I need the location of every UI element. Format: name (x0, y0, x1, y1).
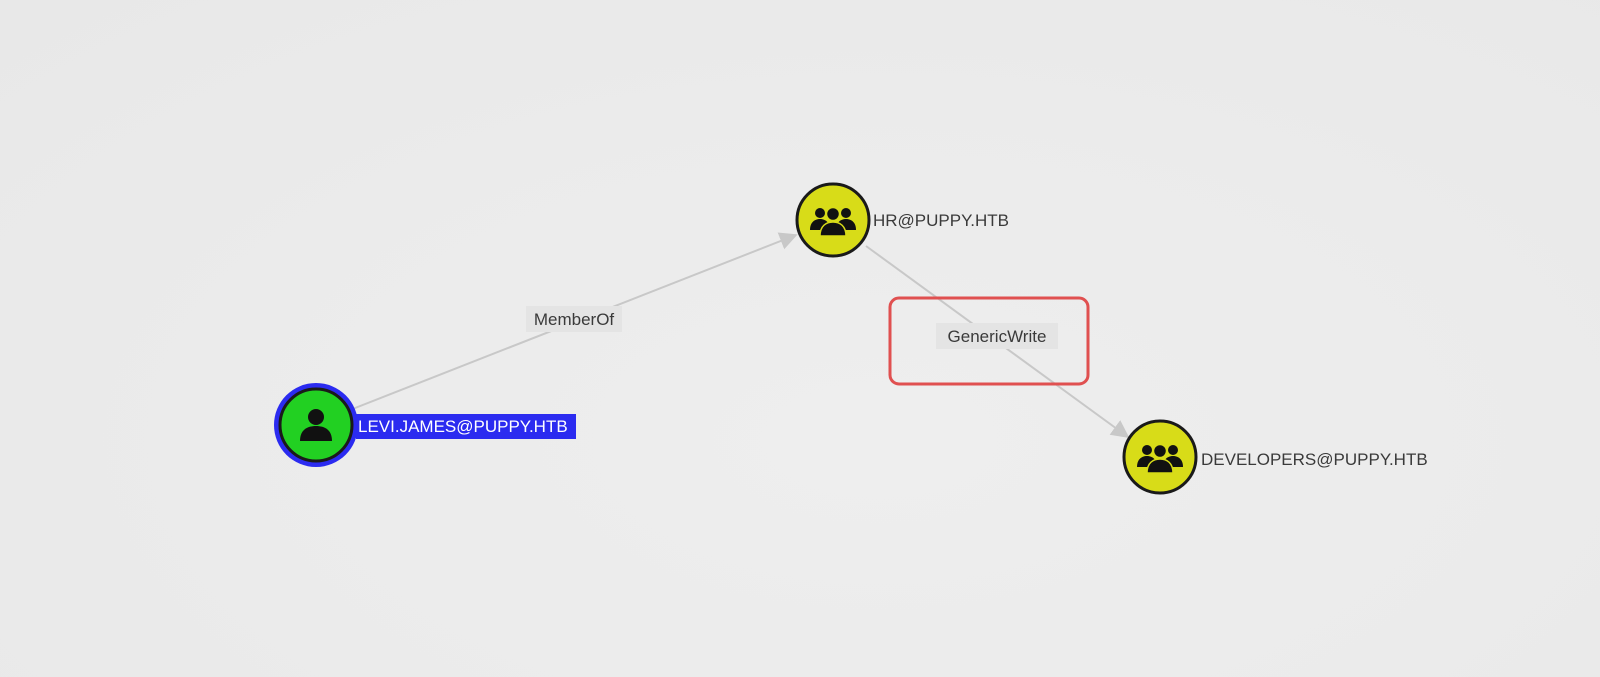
node-label-developers: DEVELOPERS@PUPPY.HTB (1201, 450, 1428, 469)
node-levi-james[interactable]: LEVI.JAMES@PUPPY.HTB (274, 383, 576, 467)
node-hr[interactable]: HR@PUPPY.HTB (795, 182, 1009, 258)
edge-label-genericwrite[interactable]: GenericWrite (936, 323, 1058, 349)
edge-label-memberof[interactable]: MemberOf (526, 306, 622, 332)
edge-label-genericwrite-text: GenericWrite (948, 327, 1047, 346)
graph-svg: MemberOf GenericWrite LEVI.JAMES@PUPPY.H… (274, 182, 1428, 495)
node-label-levi-james: LEVI.JAMES@PUPPY.HTB (358, 417, 568, 436)
node-developers[interactable]: DEVELOPERS@PUPPY.HTB (1122, 419, 1428, 495)
graph-canvas[interactable]: MemberOf GenericWrite LEVI.JAMES@PUPPY.H… (0, 0, 1600, 677)
node-label-hr: HR@PUPPY.HTB (873, 211, 1009, 230)
edge-label-memberof-text: MemberOf (534, 310, 615, 329)
